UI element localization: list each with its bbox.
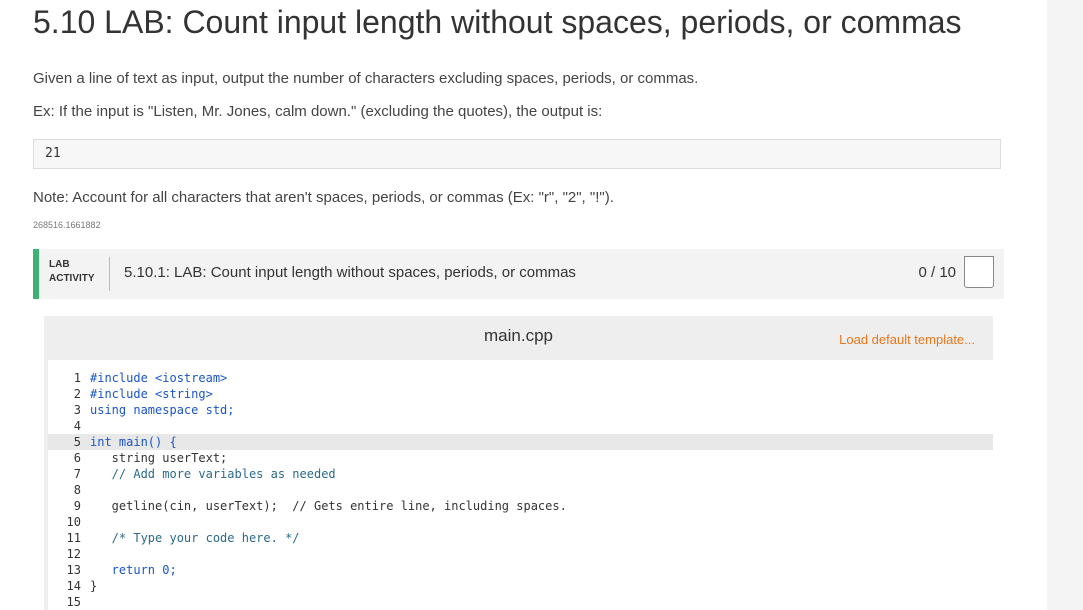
note-text: Note: Account for all characters that ar…: [33, 189, 614, 206]
line-number: 13: [66, 563, 81, 577]
code-editor[interactable]: 1 #include <iostream> 2 #include <string> 3 u…: [48, 360, 993, 610]
line-number: 4: [73, 419, 81, 433]
activity-id: 268516.1661882: [33, 220, 101, 230]
completion-badge-icon: [964, 256, 994, 288]
example-output: 21: [33, 139, 1001, 169]
code-line[interactable]: 5 int main() {: [48, 434, 993, 450]
code-text[interactable]: // Add more variables as needed: [90, 466, 336, 482]
code-line[interactable]: 13 return 0;: [48, 562, 993, 578]
badge-divider: [109, 257, 110, 291]
load-default-template-link[interactable]: Load default template...: [839, 332, 975, 347]
code-line[interactable]: 7 // Add more variables as needed: [48, 466, 993, 482]
code-line[interactable]: 6 string userText;: [48, 450, 993, 466]
right-gutter: [1047, 0, 1083, 610]
line-number: 9: [73, 499, 81, 513]
code-text[interactable]: }: [90, 578, 97, 594]
code-line[interactable]: 2 #include <string>: [48, 386, 993, 402]
line-number: 15: [66, 595, 81, 609]
code-line[interactable]: 12: [48, 546, 993, 562]
lab-activity-header: LAB ACTIVITY 5.10.1: LAB: Count input le…: [33, 249, 1004, 299]
description-text: Given a line of text as input, output th…: [33, 70, 699, 87]
code-text[interactable]: /* Type your code here. */: [90, 530, 300, 546]
code-line[interactable]: 3 using namespace std;: [48, 402, 993, 418]
line-number: 2: [73, 387, 81, 401]
code-line[interactable]: 15: [48, 594, 993, 610]
score-label: 0 / 10: [918, 264, 956, 281]
code-line[interactable]: 9 getline(cin, userText); // Gets entire…: [48, 498, 993, 514]
line-number: 6: [73, 451, 81, 465]
line-number: 12: [66, 547, 81, 561]
code-text[interactable]: using namespace std;: [90, 402, 235, 418]
code-text[interactable]: #include <iostream>: [90, 370, 227, 386]
badge-line-lab: LAB: [49, 259, 70, 270]
code-text[interactable]: getline(cin, userText); // Gets entire l…: [90, 498, 567, 514]
example-text: Ex: If the input is "Listen, Mr. Jones, …: [33, 103, 603, 120]
code-line[interactable]: 1 #include <iostream>: [48, 370, 993, 386]
code-text[interactable]: int main() {: [90, 434, 177, 450]
page-title: 5.10 LAB: Count input length without spa…: [33, 4, 962, 40]
lab-activity-title: 5.10.1: LAB: Count input length without …: [124, 264, 576, 281]
code-text[interactable]: #include <string>: [90, 386, 213, 402]
lab-activity-badge: LAB ACTIVITY: [49, 258, 95, 286]
line-number: 14: [66, 579, 81, 593]
line-number: 1: [73, 371, 81, 385]
code-line[interactable]: 10: [48, 514, 993, 530]
code-line[interactable]: 11 /* Type your code here. */: [48, 530, 993, 546]
code-text[interactable]: return 0;: [90, 562, 177, 578]
line-number: 7: [73, 467, 81, 481]
line-number: 10: [66, 515, 81, 529]
code-line[interactable]: 4: [48, 418, 993, 434]
badge-line-activity: ACTIVITY: [49, 273, 95, 284]
code-text[interactable]: string userText;: [90, 450, 228, 466]
line-number: 8: [73, 483, 81, 497]
line-number: 11: [66, 531, 81, 545]
code-line[interactable]: 8: [48, 482, 993, 498]
code-editor-panel: main.cpp Load default template... 1 #incl…: [44, 316, 993, 610]
line-number: 3: [73, 403, 81, 417]
code-line[interactable]: 14}: [48, 578, 993, 594]
line-number: 5: [73, 435, 81, 449]
